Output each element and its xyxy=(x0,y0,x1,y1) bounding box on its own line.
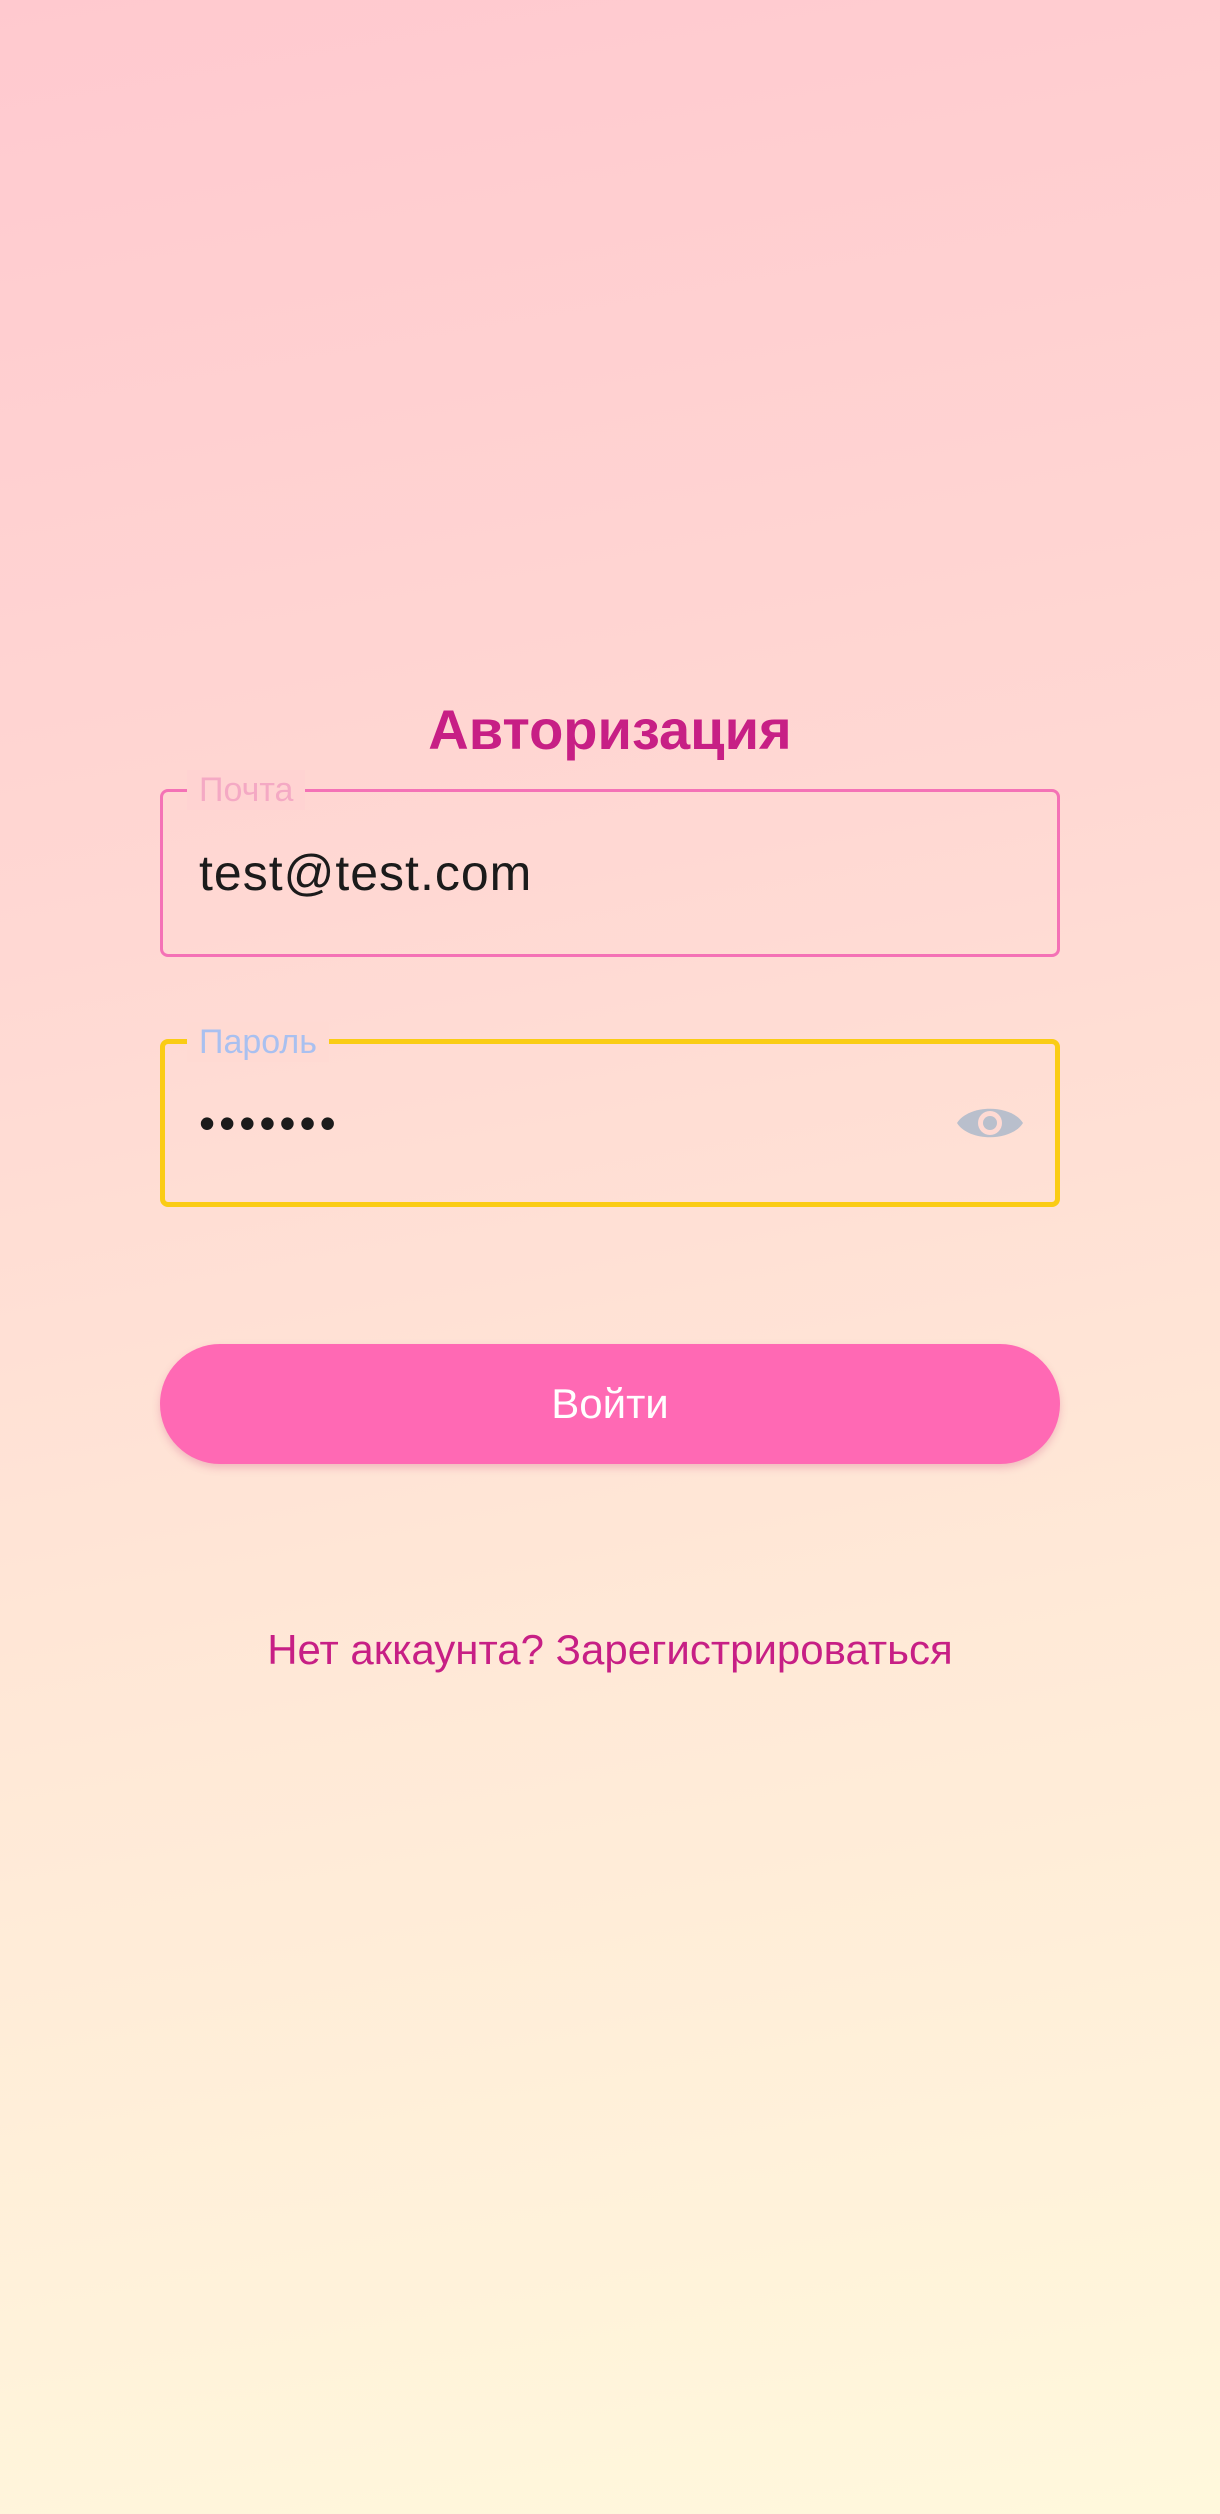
email-value: test@test.com xyxy=(199,845,533,901)
eye-icon[interactable] xyxy=(955,1098,1025,1148)
email-label: Почта xyxy=(187,770,306,810)
password-field[interactable]: Пароль ••••••• xyxy=(160,1022,1060,1207)
register-link[interactable]: Нет аккаунта? Зарегистрироваться xyxy=(0,1625,1220,1675)
page-title: Авторизация xyxy=(428,698,792,761)
password-label: Пароль xyxy=(187,1022,329,1062)
password-value: ••••••• xyxy=(199,1097,340,1149)
login-button[interactable]: Войти xyxy=(160,1344,1060,1464)
email-field[interactable]: Почта test@test.com xyxy=(160,770,1060,957)
